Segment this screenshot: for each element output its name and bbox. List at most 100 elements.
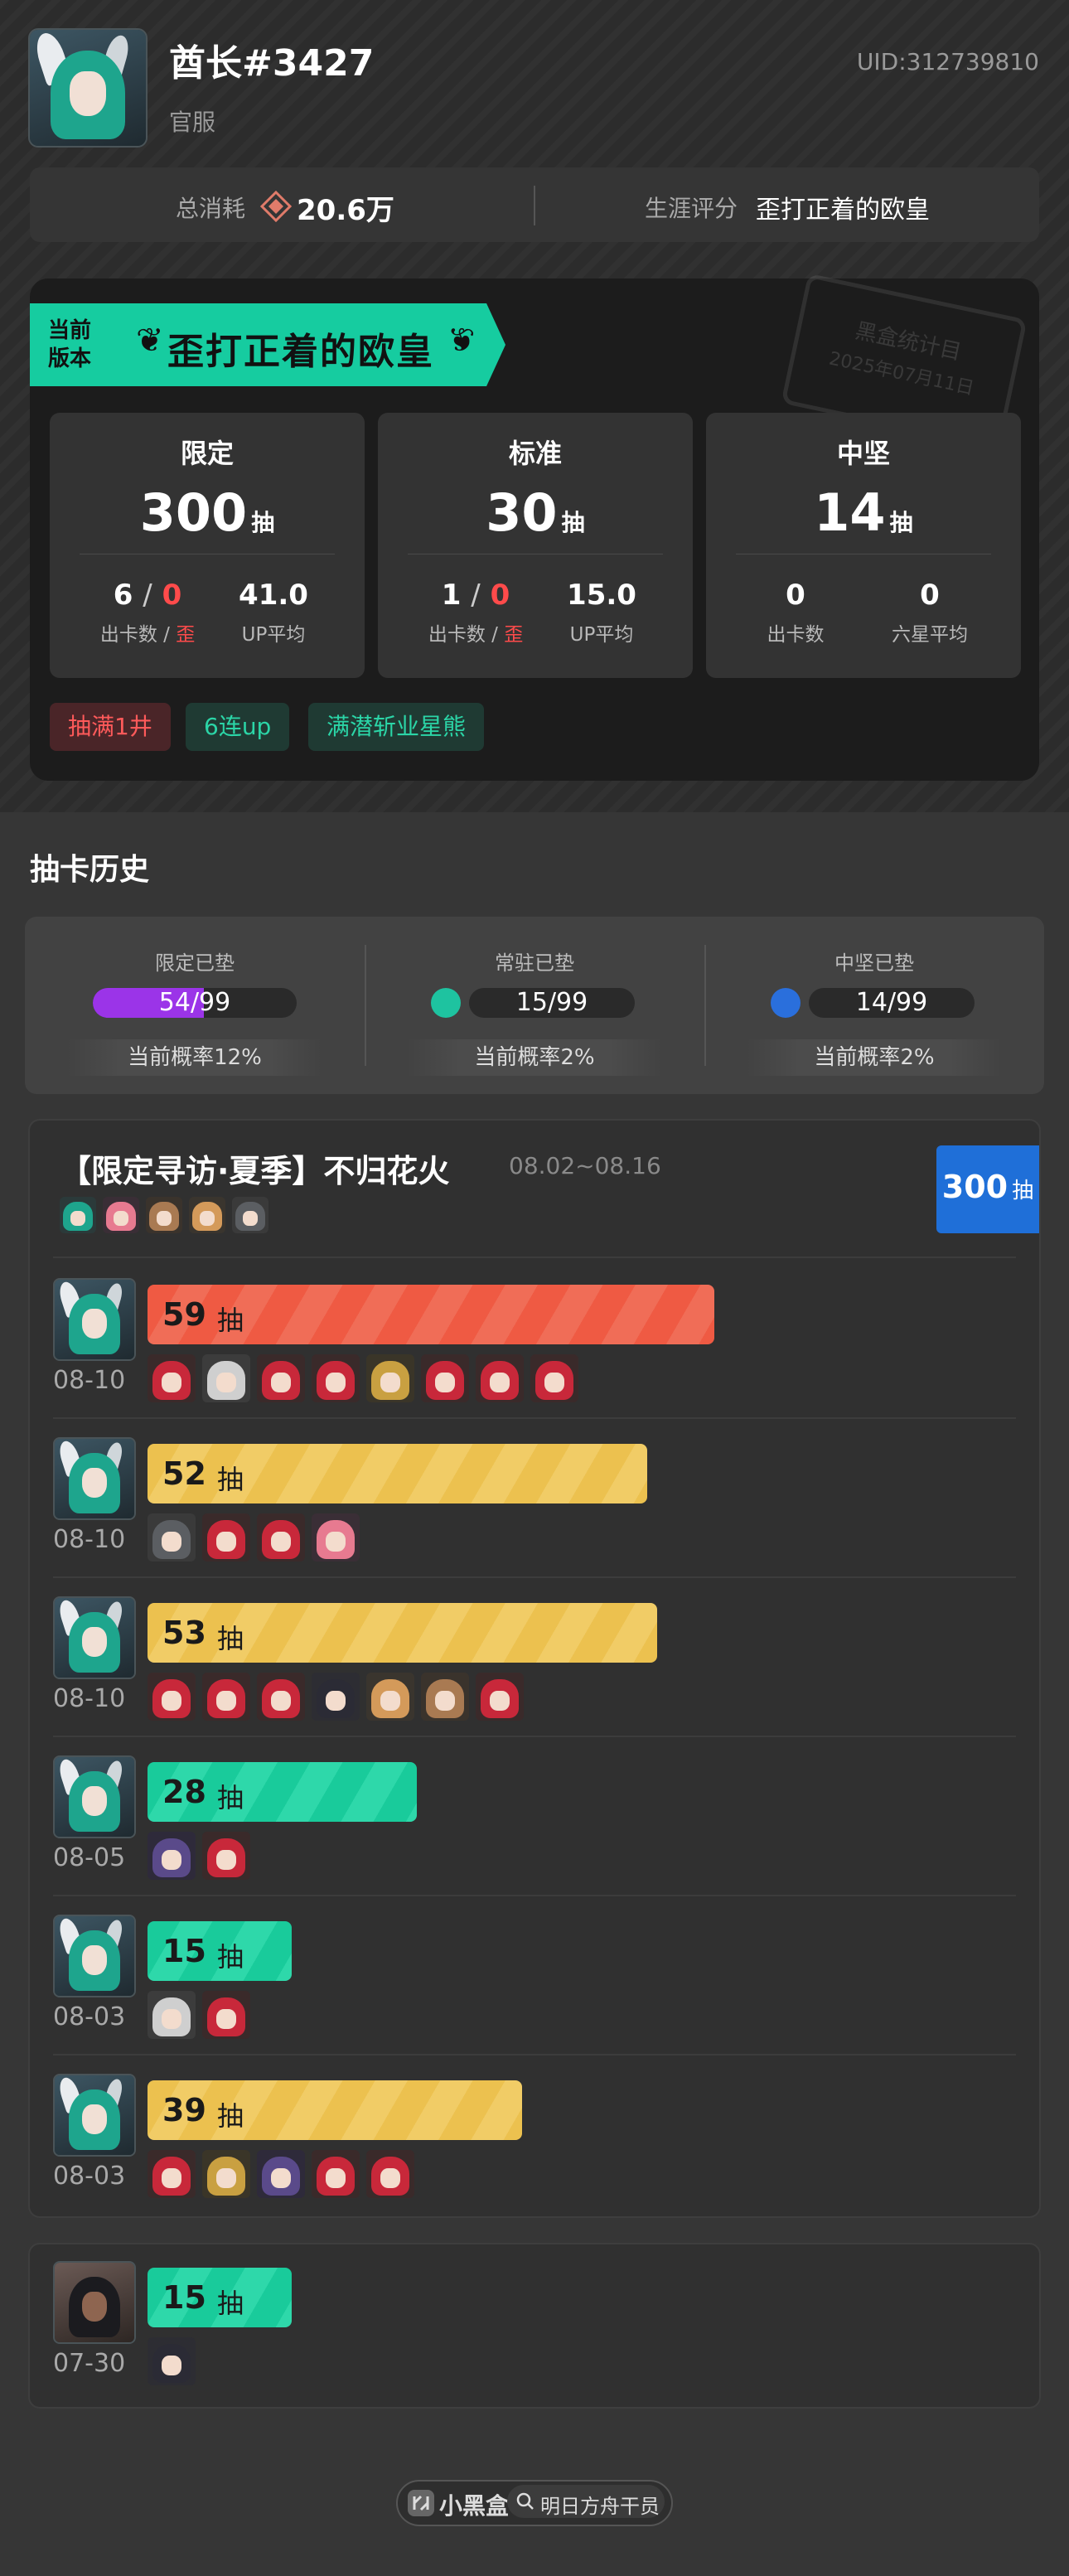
pull-row[interactable]: 08-03 15 抽 <box>30 1898 1039 2055</box>
operator-thumbnail-icon[interactable] <box>148 1513 196 1562</box>
operator-avatar-icon[interactable] <box>53 1755 136 1838</box>
avatar[interactable] <box>28 28 148 148</box>
operator-thumbnail-icon[interactable] <box>366 2150 414 2198</box>
off-banner-count: 0 <box>490 579 510 612</box>
operator-thumbnail-icon[interactable] <box>148 1832 196 1880</box>
banner-total-unit: 抽 <box>1012 1179 1034 1203</box>
obtained-operators <box>148 1991 257 2041</box>
pull-row[interactable]: 08-10 53 抽 <box>30 1580 1039 1737</box>
operator-thumbnail-icon[interactable] <box>202 1673 250 1721</box>
pity-card: 限定已垫 54/99 当前概率12% 常驻已垫 15/99 当前概率2% 中坚已… <box>25 917 1044 1094</box>
operator-thumbnail-icon[interactable] <box>146 1197 182 1233</box>
operator-avatar-icon[interactable] <box>53 1437 136 1520</box>
operator-thumbnail-icon[interactable] <box>312 2150 360 2198</box>
row-divider <box>53 1257 1016 1258</box>
operator-avatar-icon[interactable] <box>53 1915 136 1997</box>
pull-count-value: 39 <box>162 2092 206 2128</box>
server-name: 官服 <box>169 109 216 136</box>
banner-card-2[interactable]: 07-30 15 抽 <box>28 2243 1041 2409</box>
pity-prob-core: 当前概率2% <box>746 1039 1003 1076</box>
pool-box-limited: 限定 300 抽 6 / 0 出卡数 / 歪 41.0 UP平均 <box>50 413 365 678</box>
search-icon <box>515 2491 535 2511</box>
pull-count-value: 28 <box>162 1774 206 1810</box>
laurel-left-icon: ❦ <box>136 322 164 360</box>
pull-row[interactable]: 08-10 52 抽 <box>30 1421 1039 1578</box>
operator-thumbnail-icon[interactable] <box>257 1513 305 1562</box>
operator-thumbnail-icon[interactable] <box>148 2150 196 2198</box>
pull-count-value: 15 <box>162 2279 206 2316</box>
operator-thumbnail-icon[interactable] <box>232 1197 268 1233</box>
obtained-operators <box>148 1513 366 1563</box>
operator-avatar-icon[interactable] <box>53 1278 136 1361</box>
footer-query: 明日方舟干员 <box>540 2495 660 2518</box>
operator-thumbnail-icon[interactable] <box>257 1673 305 1721</box>
pull-count-unit: 抽 <box>217 1464 244 1495</box>
operator-thumbnail-icon[interactable] <box>202 1513 250 1562</box>
cards-separator: / <box>143 579 152 612</box>
pool-count-value: 300 <box>139 482 248 543</box>
pity-value-limited: 54/99 <box>158 988 231 1017</box>
pool-cards-value: 1 / 0 <box>418 579 534 612</box>
laurel-right-icon: ❦ <box>447 322 476 360</box>
pull-count-bar: 53 抽 <box>148 1603 657 1663</box>
operator-thumbnail-icon[interactable] <box>312 1673 360 1721</box>
operator-thumbnail-icon[interactable] <box>421 1673 469 1721</box>
pull-row[interactable]: 08-05 28 抽 <box>30 1739 1039 1896</box>
operator-avatar-icon[interactable] <box>53 2074 136 2157</box>
footer-brand: 小黑盒 <box>439 2492 510 2520</box>
pull-date: 08-10 <box>53 1525 126 1554</box>
obtained-operators <box>148 2150 421 2200</box>
operator-avatar-icon[interactable] <box>53 2261 136 2344</box>
pool-up-avg-value: 15.0 <box>567 579 636 612</box>
pull-row[interactable]: 08-03 39 抽 <box>30 2057 1039 2215</box>
off-banner-label: 歪 <box>504 624 524 646</box>
pity-value-core: 14/99 <box>855 988 928 1017</box>
pool-count-unit: 抽 <box>251 509 275 536</box>
operator-thumbnail-icon[interactable] <box>202 1832 250 1880</box>
version-ribbon: 当前 版本 ❦ 歪打正着的欧皇 ❦ <box>30 303 505 386</box>
stats-bar: 总消耗 20.6万 生涯评分 歪打正着的欧皇 <box>30 167 1039 242</box>
pull-date: 08-10 <box>53 1366 126 1395</box>
obtained-operators <box>148 1832 257 1881</box>
operator-thumbnail-icon[interactable] <box>148 1991 196 2039</box>
operator-thumbnail-icon[interactable] <box>312 1354 360 1402</box>
pull-count-unit: 抽 <box>217 1782 244 1813</box>
operator-thumbnail-icon[interactable] <box>202 1991 250 2039</box>
operator-thumbnail-icon[interactable] <box>476 1354 524 1402</box>
cards-separator: / <box>471 579 481 612</box>
operator-thumbnail-icon[interactable] <box>202 1354 250 1402</box>
operator-thumbnail-icon[interactable] <box>257 1354 305 1402</box>
operator-thumbnail-icon[interactable] <box>366 1354 414 1402</box>
pool-count-value: 14 <box>814 482 886 543</box>
version-label-line1: 当前 <box>48 318 92 343</box>
pull-count-bar: 15 抽 <box>148 2268 292 2327</box>
pull-row[interactable]: 08-10 59 抽 <box>30 1261 1039 1419</box>
row-divider <box>53 1895 1016 1896</box>
operator-thumbnail-icon[interactable] <box>148 2337 196 2385</box>
pool-count-value: 30 <box>486 482 558 543</box>
operator-thumbnail-icon[interactable] <box>257 2150 305 2198</box>
uid-text: UID:312739810 <box>856 48 1039 75</box>
operator-thumbnail-icon[interactable] <box>148 1673 196 1721</box>
banner-total-badge: 300 抽 <box>936 1145 1039 1233</box>
operator-thumbnail-icon[interactable] <box>366 1673 414 1721</box>
operator-thumbnail-icon[interactable] <box>60 1197 96 1233</box>
banner-card[interactable]: 【限定寻访·夏季】不归花火 08.02~08.16 300 抽 08-10 59 抽… <box>28 1119 1041 2218</box>
operator-thumbnail-icon[interactable] <box>189 1197 225 1233</box>
operator-thumbnail-icon[interactable] <box>530 1354 578 1402</box>
pull-row[interactable]: 07-30 15 抽 <box>30 2244 1039 2402</box>
operator-thumbnail-icon[interactable] <box>312 1513 360 1562</box>
operator-avatar-icon[interactable] <box>53 1596 136 1679</box>
pool-up-avg-label: UP平均 <box>241 624 306 646</box>
pull-count-bar: 52 抽 <box>148 1444 647 1503</box>
operator-thumbnail-icon[interactable] <box>148 1354 196 1402</box>
operator-thumbnail-icon[interactable] <box>202 2150 250 2198</box>
operator-thumbnail-icon[interactable] <box>421 1354 469 1402</box>
history-title: 抽卡历史 <box>30 853 150 887</box>
pool-name: 标准 <box>508 438 562 469</box>
operator-thumbnail-icon[interactable] <box>476 1673 524 1721</box>
operator-thumbnail-icon[interactable] <box>103 1197 139 1233</box>
footer-watermark: 小黑盒 明日方舟干员 <box>396 2480 673 2526</box>
row-divider <box>53 1417 1016 1419</box>
pull-date: 08-10 <box>53 1684 126 1713</box>
